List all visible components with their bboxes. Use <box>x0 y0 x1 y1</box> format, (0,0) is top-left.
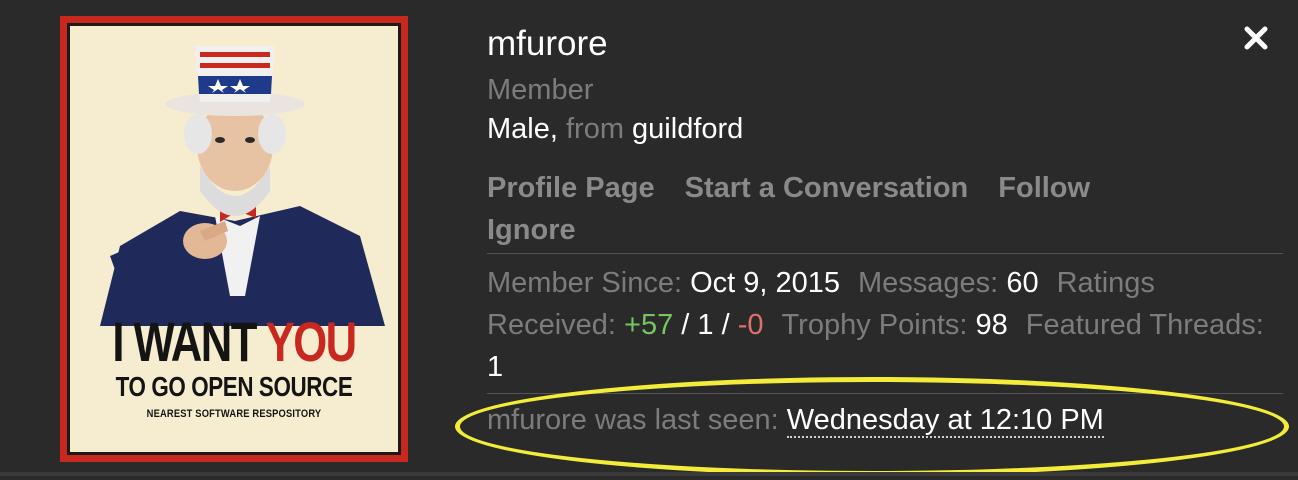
card-bottom-edge <box>0 472 1298 476</box>
profile-page-link[interactable]: Profile Page <box>487 172 655 204</box>
member-card: I WANT YOU TO GO OPEN SOURCE NEAREST SOF… <box>0 0 1298 476</box>
ratings-separator: / <box>681 309 690 341</box>
last-seen-label: mfurore was last seen: <box>487 404 779 436</box>
messages-label: Messages: <box>858 267 999 299</box>
last-seen: mfurore was last seen: Wednesday at 12:1… <box>487 404 1104 438</box>
avatar[interactable]: I WANT YOU TO GO OPEN SOURCE NEAREST SOF… <box>60 16 408 462</box>
user-title: Member <box>487 74 594 106</box>
member-since-value: Oct 9, 2015 <box>690 267 841 299</box>
avatar-image: I WANT YOU TO GO OPEN SOURCE NEAREST SOF… <box>67 23 401 455</box>
profile-links: Profile Page Start a Conversation Follow Ig… <box>487 167 1207 251</box>
member-stats: Member Since: Oct 9, 2015 Messages: 60 Rat… <box>487 262 1267 388</box>
ratings-separator: / <box>721 309 730 341</box>
featured-threads-label: Featured Threads: <box>1025 309 1264 341</box>
poster-caption: NEAREST SOFTWARE RESPOSITORY <box>146 408 322 420</box>
ignore-link[interactable]: Ignore <box>487 214 576 246</box>
featured-threads-value: 1 <box>487 351 504 383</box>
messages-value[interactable]: 60 <box>1006 267 1038 299</box>
trophy-points-label: Trophy Points: <box>781 309 968 341</box>
divider <box>487 253 1283 254</box>
trophy-points-value[interactable]: 98 <box>976 309 1008 341</box>
last-seen-time[interactable]: Wednesday at 12:10 PM <box>786 404 1104 438</box>
user-gender-location: Male, from guildford <box>487 113 743 146</box>
member-since-label: Member Since: <box>487 267 683 299</box>
location-text[interactable]: guildford <box>632 113 743 145</box>
close-icon[interactable] <box>1242 24 1270 52</box>
poster-headline: I WANT YOU <box>112 310 357 373</box>
ratings-neutral: 1 <box>697 309 714 341</box>
follow-link[interactable]: Follow <box>998 172 1090 204</box>
ratings-negative: -0 <box>737 309 764 341</box>
poster-subheadline: TO GO OPEN SOURCE <box>115 371 353 402</box>
start-conversation-link[interactable]: Start a Conversation <box>685 172 969 204</box>
divider <box>487 393 1283 394</box>
ratings-positive: +57 <box>624 309 674 341</box>
username[interactable]: mfurore <box>487 24 608 64</box>
gender-text: Male, <box>487 113 558 145</box>
from-label: from <box>565 113 624 145</box>
